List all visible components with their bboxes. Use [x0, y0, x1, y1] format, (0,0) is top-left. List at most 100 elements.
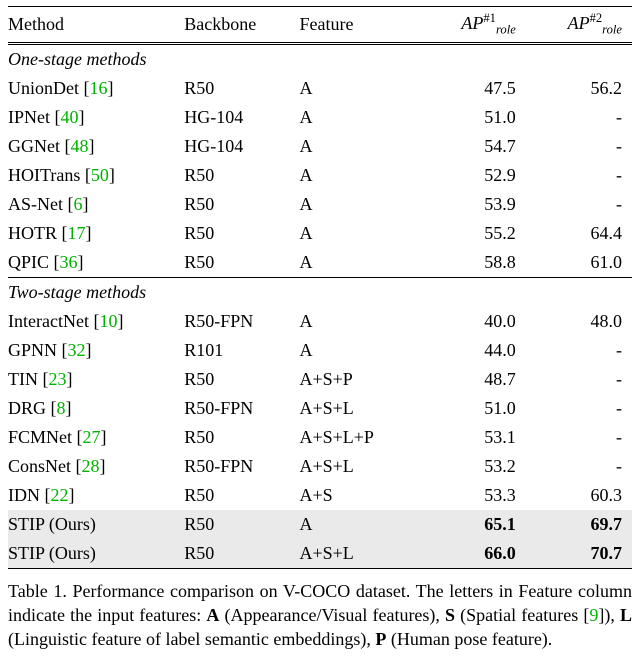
cell-feature: A — [299, 132, 419, 161]
cell-feature: A — [299, 103, 419, 132]
cell-ap1: 53.1 — [420, 423, 526, 452]
cell-ap1: 47.5 — [420, 74, 526, 103]
cell-feature: A+S+L+P — [299, 423, 419, 452]
table-row: HOITrans [50]R50A52.9- — [8, 161, 632, 190]
table-row: GPNN [32]R101A44.0- — [8, 336, 632, 365]
cell-ap1: 52.9 — [420, 161, 526, 190]
cell-ap1: 66.0 — [420, 539, 526, 569]
cell-feature: A — [299, 248, 419, 278]
table-row: DRG [8]R50-FPNA+S+L51.0- — [8, 394, 632, 423]
table-header-row: Method Backbone Feature AP#1role AP#2rol… — [8, 7, 632, 44]
cell-ap2: - — [526, 423, 632, 452]
cell-ap2: - — [526, 190, 632, 219]
cell-method: HOTR [17] — [8, 219, 184, 248]
cell-ap2: 70.7 — [526, 539, 632, 569]
cell-method: GPNN [32] — [8, 336, 184, 365]
feat-l: L — [620, 605, 632, 625]
cell-method: STIP (Ours) — [8, 510, 184, 539]
feat-s: S — [445, 605, 455, 625]
col-feature: Feature — [299, 7, 419, 44]
cell-backbone: R50 — [184, 248, 299, 278]
table-caption: Table 1. Performance comparison on V-COC… — [8, 579, 632, 652]
cell-ap1: 53.3 — [420, 481, 526, 510]
cell-ap2: - — [526, 161, 632, 190]
cell-ap1: 55.2 — [420, 219, 526, 248]
cell-ap2: - — [526, 132, 632, 161]
cell-ap1: 54.7 — [420, 132, 526, 161]
col-backbone: Backbone — [184, 7, 299, 44]
cell-ap2: 56.2 — [526, 74, 632, 103]
table-row: FCMNet [27]R50A+S+L+P53.1- — [8, 423, 632, 452]
section-label: Two-stage methods — [8, 277, 632, 307]
table-row: UnionDet [16]R50A47.556.2 — [8, 74, 632, 103]
table-row: InteractNet [10]R50-FPNA40.048.0 — [8, 307, 632, 336]
cell-ap2: 64.4 — [526, 219, 632, 248]
cell-ap1: 44.0 — [420, 336, 526, 365]
citation: 8 — [57, 398, 66, 418]
table-body: One-stage methodsUnionDet [16]R50A47.556… — [8, 43, 632, 568]
cell-backbone: R50 — [184, 423, 299, 452]
table-row: QPIC [36]R50A58.861.0 — [8, 248, 632, 278]
cell-backbone: R50 — [184, 190, 299, 219]
col-ap1: AP#1role — [420, 7, 526, 44]
cell-feature: A — [299, 510, 419, 539]
cell-method: ConsNet [28] — [8, 452, 184, 481]
citation: 23 — [48, 369, 66, 389]
table-row: GGNet [48]HG-104A54.7- — [8, 132, 632, 161]
table-row: IDN [22]R50A+S53.360.3 — [8, 481, 632, 510]
cell-backbone: R50-FPN — [184, 307, 299, 336]
cell-feature: A+S+P — [299, 365, 419, 394]
cell-feature: A — [299, 190, 419, 219]
cell-ap2: - — [526, 452, 632, 481]
cell-backbone: R50 — [184, 219, 299, 248]
cell-ap1: 51.0 — [420, 103, 526, 132]
cell-ap2: - — [526, 103, 632, 132]
cell-method: InteractNet [10] — [8, 307, 184, 336]
cell-backbone: R50 — [184, 481, 299, 510]
citation: 48 — [70, 136, 88, 156]
cell-backbone: R50 — [184, 161, 299, 190]
section-header: Two-stage methods — [8, 277, 632, 307]
cell-ap1: 53.2 — [420, 452, 526, 481]
cell-method: STIP (Ours) — [8, 539, 184, 569]
table-row: STIP (Ours)R50A+S+L66.070.7 — [8, 539, 632, 569]
citation: 36 — [60, 252, 78, 272]
cell-feature: A — [299, 219, 419, 248]
section-header: One-stage methods — [8, 43, 632, 74]
cell-backbone: R50-FPN — [184, 452, 299, 481]
cell-backbone: HG-104 — [184, 132, 299, 161]
cell-backbone: R101 — [184, 336, 299, 365]
table-row: AS-Net [6]R50A53.9- — [8, 190, 632, 219]
cell-method: UnionDet [16] — [8, 74, 184, 103]
cell-ap2: 69.7 — [526, 510, 632, 539]
cell-ap1: 58.8 — [420, 248, 526, 278]
cell-feature: A+S — [299, 481, 419, 510]
table-row: IPNet [40]HG-104A51.0- — [8, 103, 632, 132]
citation: 28 — [82, 456, 100, 476]
cell-backbone: R50 — [184, 365, 299, 394]
cell-ap2: 48.0 — [526, 307, 632, 336]
cell-feature: A — [299, 336, 419, 365]
cell-ap1: 53.9 — [420, 190, 526, 219]
cell-feature: A+S+L — [299, 539, 419, 569]
cell-feature: A — [299, 161, 419, 190]
citation: 17 — [68, 223, 86, 243]
cell-ap2: - — [526, 394, 632, 423]
col-ap2: AP#2role — [526, 7, 632, 44]
cell-method: QPIC [36] — [8, 248, 184, 278]
cell-ap2: - — [526, 365, 632, 394]
cell-method: IDN [22] — [8, 481, 184, 510]
citation: 16 — [89, 78, 107, 98]
cell-ap2: 61.0 — [526, 248, 632, 278]
col-method: Method — [8, 7, 184, 44]
table-row: HOTR [17]R50A55.264.4 — [8, 219, 632, 248]
citation: 40 — [61, 107, 79, 127]
citation: 22 — [51, 485, 69, 505]
cell-backbone: R50-FPN — [184, 394, 299, 423]
table-row: ConsNet [28]R50-FPNA+S+L53.2- — [8, 452, 632, 481]
citation: 10 — [99, 311, 117, 331]
cell-ap2: - — [526, 336, 632, 365]
feat-p: P — [375, 629, 386, 649]
results-table: Method Backbone Feature AP#1role AP#2rol… — [8, 6, 632, 569]
cell-ap1: 51.0 — [420, 394, 526, 423]
